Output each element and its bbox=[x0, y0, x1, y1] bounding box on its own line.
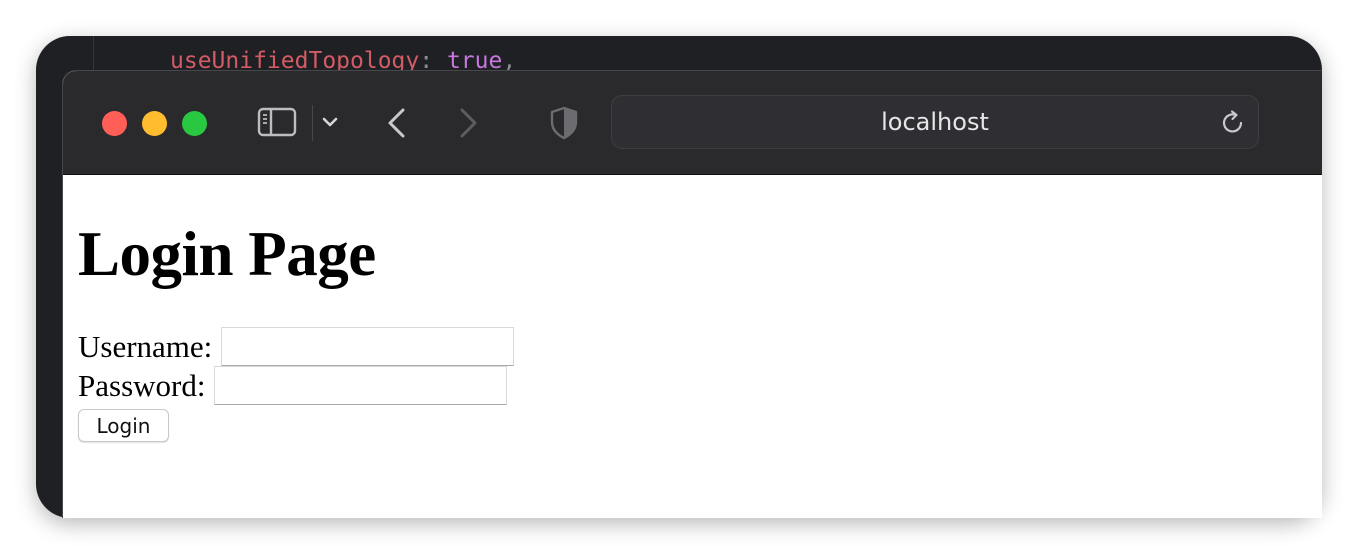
browser-toolbar: localhost bbox=[63, 71, 1322, 175]
username-row: Username: bbox=[78, 327, 1322, 366]
chevron-down-icon[interactable] bbox=[321, 113, 339, 131]
minimize-window-button[interactable] bbox=[142, 111, 167, 136]
password-input[interactable] bbox=[214, 366, 508, 405]
zoom-window-button[interactable] bbox=[182, 111, 207, 136]
toolbar-divider bbox=[312, 105, 313, 141]
sidebar-icon[interactable] bbox=[257, 107, 297, 137]
address-bar[interactable]: localhost bbox=[611, 95, 1259, 149]
shield-icon[interactable] bbox=[549, 106, 579, 140]
password-row: Password: bbox=[78, 366, 1322, 405]
reload-icon[interactable] bbox=[1220, 109, 1246, 137]
username-label: Username: bbox=[78, 329, 213, 364]
page-content: Login Page Username: Password: Login bbox=[63, 175, 1322, 442]
page-title: Login Page bbox=[78, 219, 376, 289]
close-window-button[interactable] bbox=[102, 111, 127, 136]
forward-icon[interactable] bbox=[456, 107, 480, 139]
login-button[interactable]: Login bbox=[78, 409, 169, 442]
back-icon[interactable] bbox=[385, 107, 409, 139]
password-label: Password: bbox=[78, 368, 206, 403]
username-input[interactable] bbox=[221, 327, 515, 366]
browser-window: localhost Login Page Username: Password:… bbox=[62, 70, 1322, 518]
login-form: Username: Password: Login bbox=[78, 327, 1322, 442]
address-text: localhost bbox=[881, 108, 989, 136]
